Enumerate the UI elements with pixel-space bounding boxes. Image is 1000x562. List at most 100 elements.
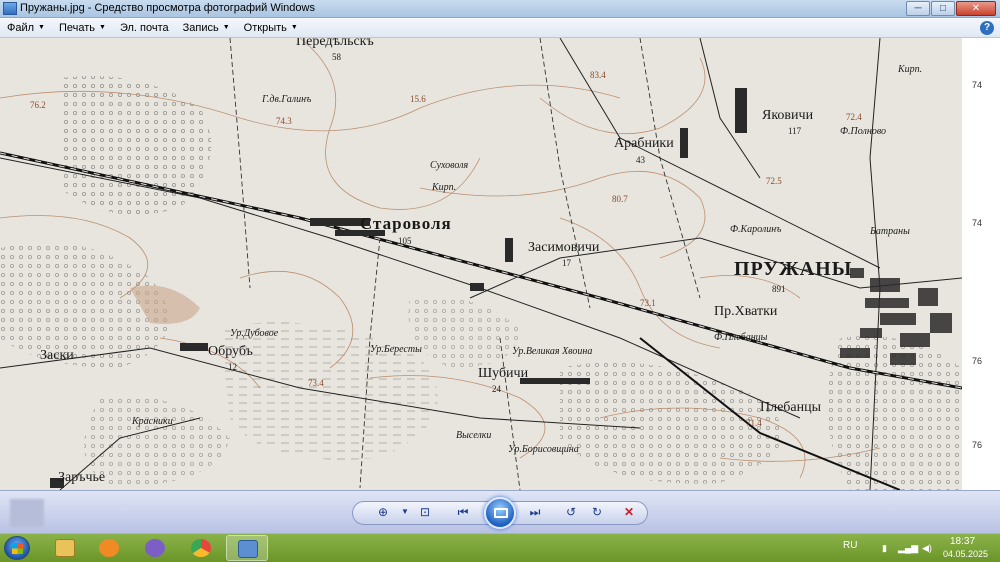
grid-number: 74 — [971, 218, 982, 228]
menu-email-label: Эл. почта — [119, 21, 169, 34]
photo-viewer-icon — [238, 540, 258, 558]
chevron-down-icon: ▼ — [290, 24, 298, 31]
label-pruzhany-num: 891 — [772, 284, 786, 294]
menu-burn[interactable]: Запись ▼ — [176, 22, 237, 34]
title-bar: Пружаны.jpg - Средство просмотра фотогра… — [0, 0, 1000, 18]
label-kirp-ne: Кирп. — [898, 64, 923, 75]
elevation-label: 72.5 — [766, 176, 782, 186]
menu-email[interactable]: Эл. почта — [113, 22, 176, 34]
label-berestyi: Ур.Бересты — [370, 344, 422, 355]
label-shubichi-num: 24 — [492, 384, 501, 394]
menu-file-label: Файл — [7, 21, 35, 34]
elevation-label: 80.7 — [612, 194, 628, 204]
chevron-down-icon: ▼ — [38, 24, 45, 31]
close-icon[interactable]: ✕ — [956, 1, 996, 16]
label-staravolia-num: 105 — [398, 236, 412, 246]
chrome-icon — [191, 539, 211, 557]
minimize-icon[interactable]: ─ — [906, 1, 930, 16]
photo-viewer-app-icon — [3, 2, 17, 15]
taskbar-media-player[interactable] — [88, 535, 130, 561]
label-velikaya: Ур.Великая Хвоина — [512, 346, 593, 357]
elevation-label: 71.4 — [746, 418, 762, 428]
menu-burn-label: Запись — [182, 21, 219, 34]
label-staravolia: Староволя — [360, 214, 452, 233]
menu-print[interactable]: Печать ▼ — [52, 22, 113, 34]
previous-icon[interactable]: ⏮ — [452, 504, 474, 520]
label-kirp-sukhovolia: Кирп. — [432, 182, 457, 193]
window-controls: ─ □ ✕ — [906, 1, 996, 16]
label-peredelsk: Передѣльскъ — [296, 38, 374, 49]
label-dubovoe: Ур.Дубовое — [230, 328, 279, 339]
file-thumbnail — [10, 499, 44, 527]
label-borisovshchina: Ур.Борисовщина — [508, 444, 579, 455]
label-plebantsy: Плебанцы — [760, 400, 822, 415]
image-viewport[interactable]: Передѣльскъ 58 Староволя 105 Засимовичи … — [0, 38, 1000, 490]
taskbar-explorer[interactable] — [44, 535, 86, 561]
grid-number: 76 — [971, 356, 982, 366]
next-icon[interactable]: ⏭ — [524, 504, 546, 520]
elevation-label: 73.1 — [640, 298, 656, 308]
maximize-icon[interactable]: □ — [931, 1, 955, 16]
elevation-label: 76.2 — [30, 100, 46, 110]
window-title: Пружаны.jpg - Средство просмотра фотогра… — [20, 2, 315, 14]
label-obrub-num: 12 — [228, 362, 237, 372]
elevation-label: 15.6 — [410, 94, 426, 104]
clock-date[interactable]: 04.05.2025 — [943, 549, 988, 559]
clock-time[interactable]: 18:37 — [950, 536, 975, 547]
chevron-down-icon: ▼ — [99, 24, 106, 31]
menu-print-label: Печать — [58, 21, 96, 34]
menu-file[interactable]: Файл ▼ — [0, 22, 52, 34]
label-arabniki-num: 43 — [636, 155, 645, 165]
taskbar-viber[interactable] — [134, 535, 176, 561]
label-gdvgalin: Г.дв.Галинъ — [262, 94, 312, 105]
elevation-label: 73.4 — [308, 378, 324, 388]
label-krasniki: Красники — [132, 416, 173, 427]
rotate-right-icon[interactable]: ↻ — [586, 504, 608, 520]
battery-icon[interactable]: ▮ — [882, 543, 887, 554]
zoom-icon[interactable]: ⊕ — [372, 504, 394, 520]
viber-icon — [145, 539, 165, 557]
volume-icon[interactable]: ◀) — [922, 543, 932, 554]
slideshow-icon[interactable] — [484, 497, 516, 529]
taskbar-chrome[interactable] — [180, 535, 222, 561]
menu-open[interactable]: Открыть ▼ — [237, 22, 305, 34]
folder-icon — [55, 539, 75, 557]
label-yakovichi: Яковичи — [762, 108, 814, 123]
label-batrany: Батраны — [870, 226, 910, 237]
elevation-label: 74.3 — [276, 116, 292, 126]
label-polnovo: Ф.Полново — [840, 126, 887, 137]
screen-icon — [494, 508, 508, 518]
label-zaski: Заски — [40, 348, 74, 363]
label-vyselki: Выселки — [456, 430, 492, 441]
label-yakovichi-num: 117 — [788, 126, 802, 136]
label-karolin: Ф.Каролинъ — [730, 224, 782, 235]
elevation-label: 83.4 — [590, 70, 606, 80]
grid-number: 76 — [971, 440, 982, 450]
label-shubichi: Шубичи — [478, 366, 529, 381]
taskbar-photo-viewer[interactable] — [226, 535, 268, 561]
label-peredelsk-num: 58 — [332, 52, 341, 62]
label-khvatki: Пр.Хватки — [714, 304, 778, 319]
actual-size-icon[interactable]: ⊡ — [414, 504, 436, 520]
menu-open-label: Открыть — [243, 21, 287, 34]
chevron-down-icon[interactable]: ▼ — [394, 504, 416, 520]
menu-bar: Файл ▼ Печать ▼ Эл. почта Запись ▼ Откры… — [0, 18, 1000, 38]
delete-icon[interactable]: ✕ — [618, 504, 640, 520]
signal-icon[interactable]: ▂▄▆ — [898, 543, 918, 554]
map-image: Передѣльскъ 58 Староволя 105 Засимовичи … — [0, 38, 962, 490]
rotate-left-icon[interactable]: ↺ — [560, 504, 582, 520]
help-icon[interactable]: ? — [980, 21, 994, 35]
label-arabniki: Арабники — [614, 136, 674, 151]
label-sukhovolia: Суховоля — [430, 160, 469, 171]
elevation-label: 72.4 — [846, 112, 862, 122]
label-zasimovichi-num: 17 — [562, 258, 571, 268]
grid-number: 74 — [971, 80, 982, 90]
chevron-down-icon: ▼ — [222, 24, 230, 31]
language-indicator[interactable]: RU — [843, 540, 857, 551]
label-obrub: Обрубъ — [208, 344, 253, 359]
label-plebantsy-small: Ф.Плебанцы — [714, 332, 768, 343]
start-button[interactable] — [4, 536, 30, 560]
label-zarechye: Заръчье — [58, 470, 106, 485]
media-player-icon — [99, 539, 119, 557]
label-pruzhany: ПРУЖАНЫ — [734, 258, 853, 280]
